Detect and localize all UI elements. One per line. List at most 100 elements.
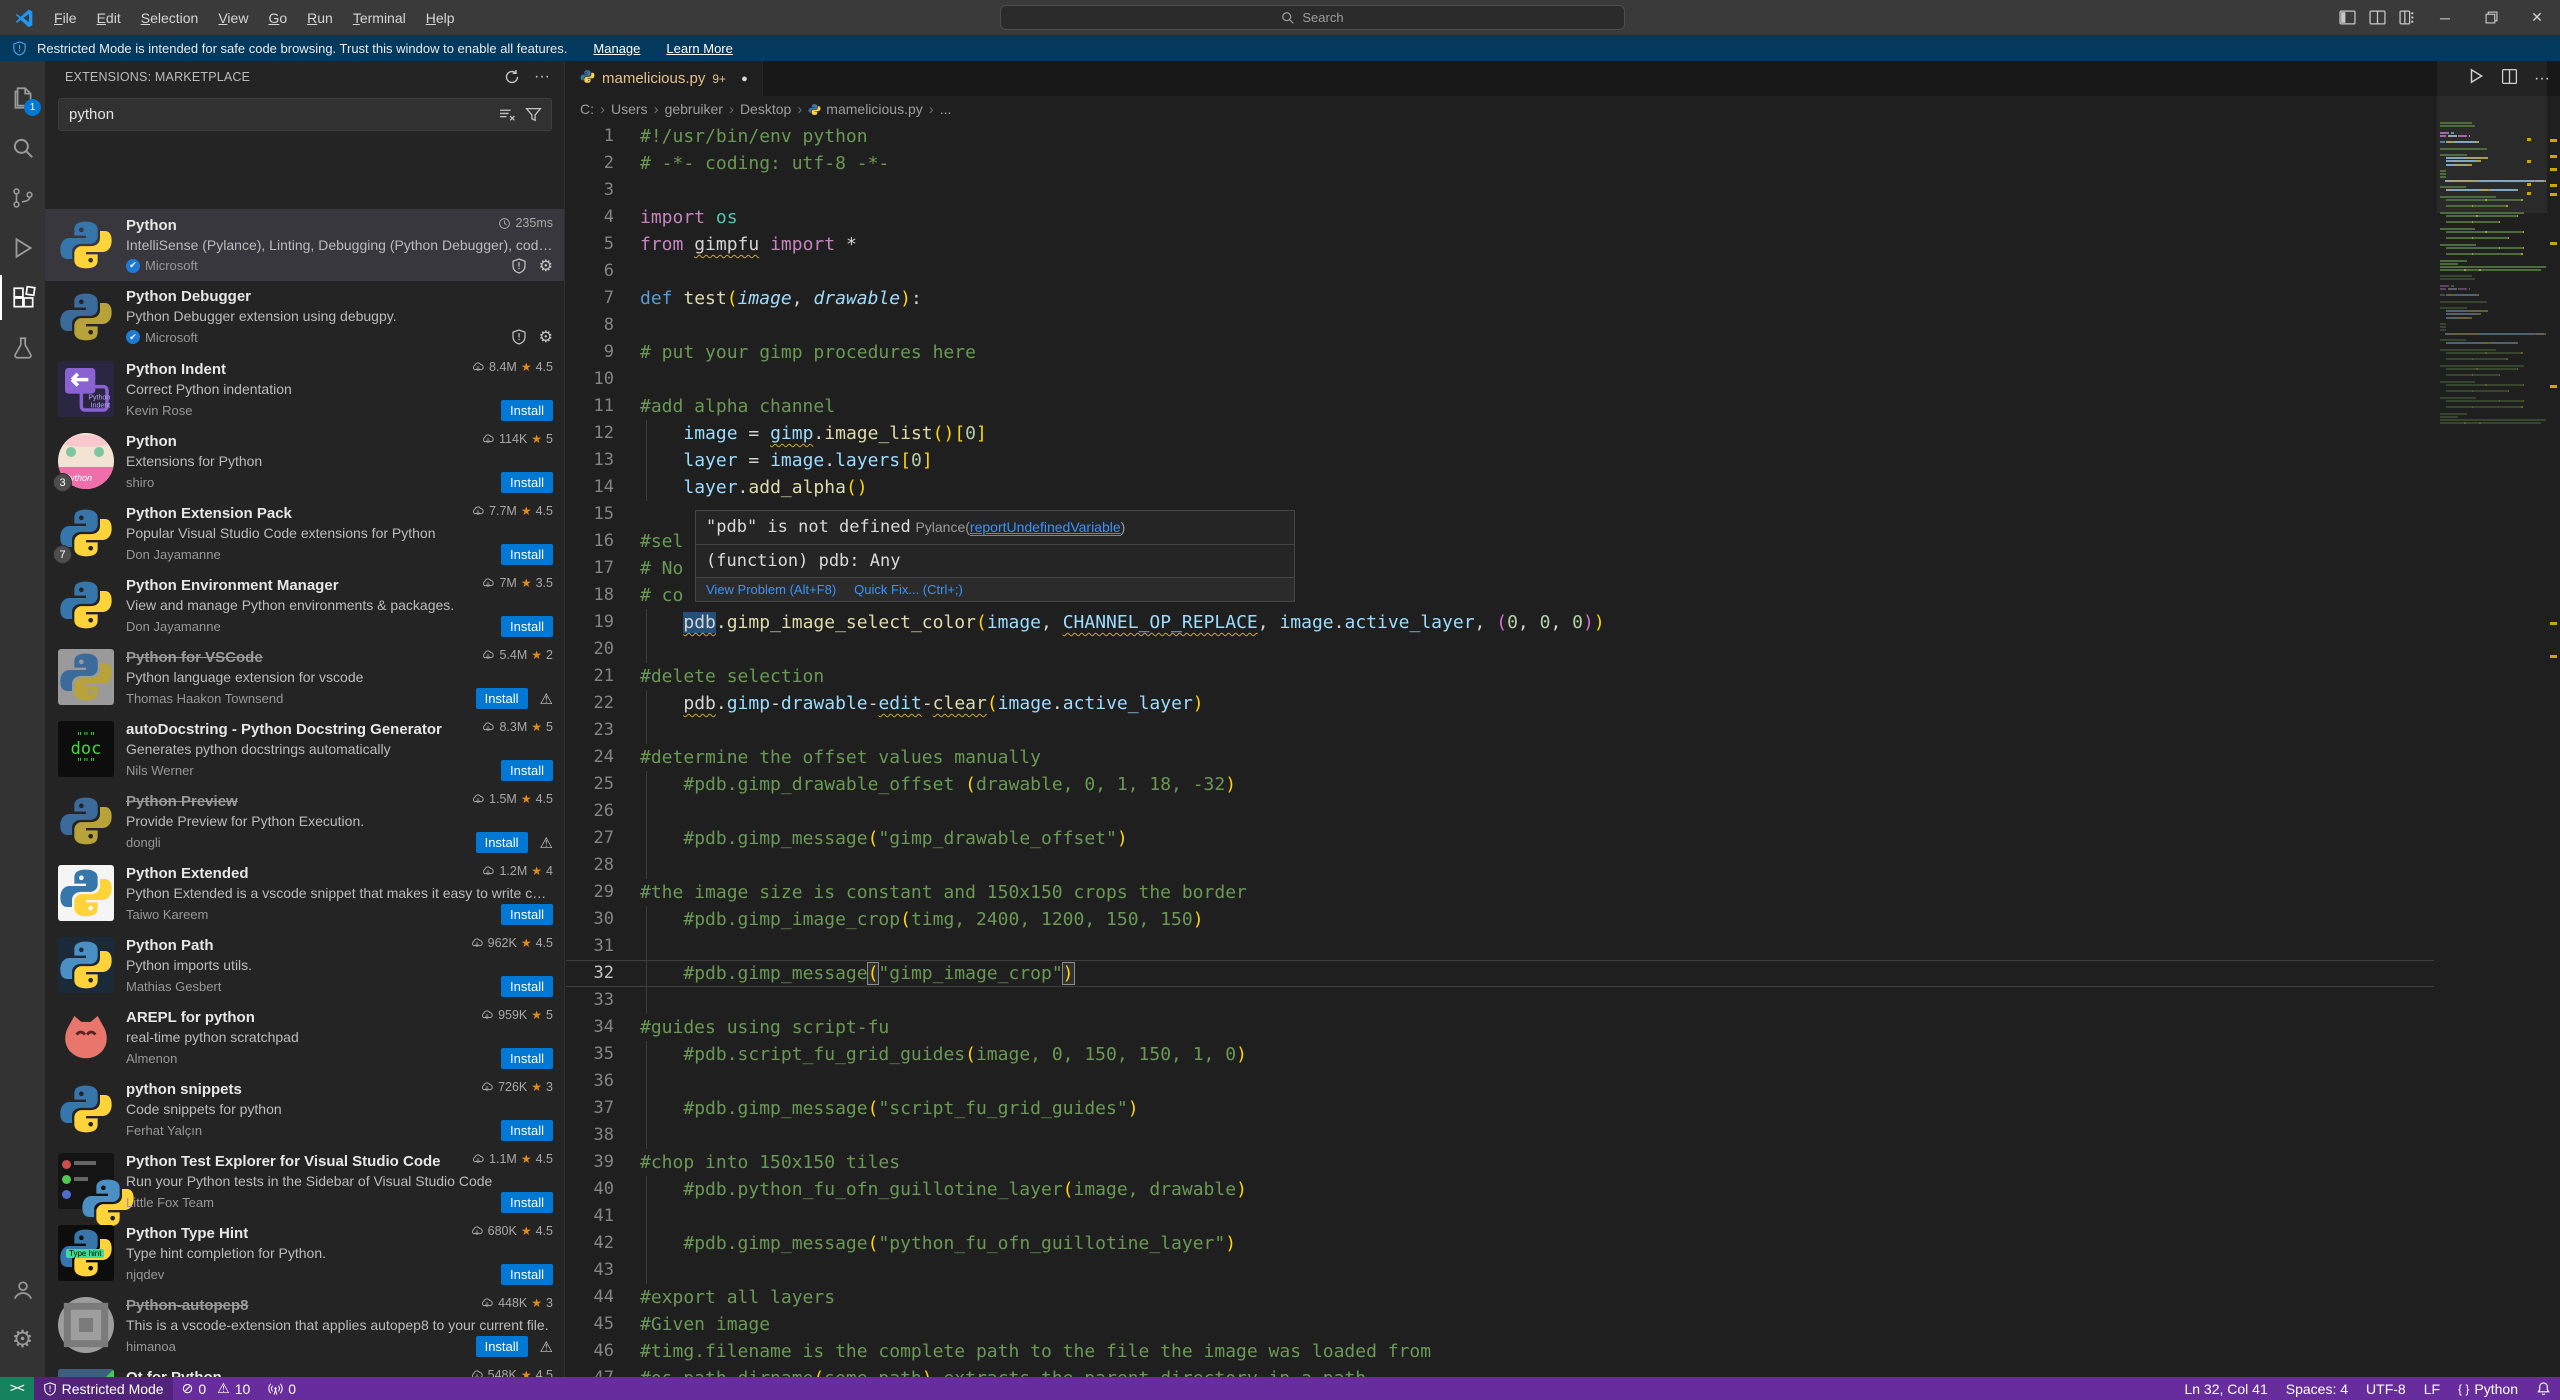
install-button[interactable]: Install	[476, 832, 528, 853]
restricted-shield-icon[interactable]	[511, 329, 527, 345]
code-line[interactable]: 43	[566, 1257, 2560, 1284]
code-line[interactable]: 29#the image size is constant and 150x15…	[566, 879, 2560, 906]
code-line[interactable]: 20	[566, 636, 2560, 663]
code-editor[interactable]: 1#!/usr/bin/env python2# -*- coding: utf…	[566, 61, 2560, 1377]
code-line[interactable]: 19 pdb.gimp_image_select_color(image, CH…	[566, 609, 2560, 636]
extension-row[interactable]: Python Path 962K ★ 4.5Python imports uti…	[45, 929, 565, 1001]
activity-extensions[interactable]	[0, 275, 45, 320]
code-line[interactable]: 4import os	[566, 204, 2560, 231]
code-line[interactable]: 7def test(image, drawable):	[566, 285, 2560, 312]
refresh-icon[interactable]	[504, 69, 520, 85]
menu-go[interactable]: Go	[258, 6, 297, 30]
toggle-panel-icon[interactable]	[2362, 0, 2392, 35]
install-button[interactable]: Install	[501, 616, 553, 637]
filter-icon[interactable]	[525, 106, 542, 123]
extension-row[interactable]: AREPL for python 959K ★ 5real-time pytho…	[45, 1001, 565, 1073]
menu-file[interactable]: File	[44, 6, 87, 30]
install-button[interactable]: Install	[501, 1264, 553, 1285]
install-button[interactable]: Install	[501, 1120, 553, 1141]
menu-run[interactable]: Run	[297, 6, 343, 30]
extension-row[interactable]: Python for VSCode 5.4M ★ 2Python languag…	[45, 641, 565, 713]
extension-row[interactable]: PythonIndentPython Indent 8.4M ★ 4.5Corr…	[45, 353, 565, 425]
install-button[interactable]: Install	[501, 1192, 553, 1213]
extension-row[interactable]: """doc"""autoDocstring - Python Docstrin…	[45, 713, 565, 785]
menu-help[interactable]: Help	[416, 6, 465, 30]
menu-view[interactable]: View	[208, 6, 258, 30]
code-line[interactable]: 44#export all layers	[566, 1284, 2560, 1311]
more-actions-icon[interactable]: ···	[534, 68, 550, 86]
install-button[interactable]: Install	[476, 1336, 528, 1357]
install-button[interactable]: Install	[501, 976, 553, 997]
install-button[interactable]: Install	[501, 904, 553, 925]
ports-status[interactable]: 0	[259, 1377, 305, 1400]
code-line[interactable]: 39#chop into 150x150 tiles	[566, 1149, 2560, 1176]
code-line[interactable]: 10	[566, 366, 2560, 393]
code-line[interactable]: 42 #pdb.gimp_message("python_fu_ofn_guil…	[566, 1230, 2560, 1257]
manage-gear-icon[interactable]: ⚙	[539, 256, 553, 276]
code-line[interactable]: 28	[566, 852, 2560, 879]
encoding[interactable]: UTF-8	[2357, 1377, 2415, 1400]
install-button[interactable]: Install	[476, 688, 528, 709]
extension-row[interactable]: python snippets 726K ★ 3Code snippets fo…	[45, 1073, 565, 1145]
code-line[interactable]: 9# put your gimp procedures here	[566, 339, 2560, 366]
code-line[interactable]: 40 #pdb.python_fu_ofn_guillotine_layer(i…	[566, 1176, 2560, 1203]
language-mode[interactable]: { }Python	[2449, 1377, 2527, 1400]
activity-run-debug[interactable]	[0, 225, 45, 270]
code-line[interactable]: 22 pdb.gimp-drawable-edit-clear(image.ac…	[566, 690, 2560, 717]
diagnostic-code-link[interactable]: reportUndefinedVariable	[970, 519, 1121, 536]
code-line[interactable]: 27 #pdb.gimp_message("gimp_drawable_offs…	[566, 825, 2560, 852]
activity-testing[interactable]	[0, 325, 45, 370]
install-button[interactable]: Install	[501, 400, 553, 421]
minimize-icon[interactable]: ─	[2422, 0, 2468, 35]
code-line[interactable]: 25 #pdb.gimp_drawable_offset (drawable, …	[566, 771, 2560, 798]
code-line[interactable]: 24#determine the offset values manually	[566, 744, 2560, 771]
code-line[interactable]: 46#timg.filename is the complete path to…	[566, 1338, 2560, 1365]
code-line[interactable]: 1#!/usr/bin/env python	[566, 123, 2560, 150]
activity-files[interactable]: 1	[0, 75, 45, 120]
code-line[interactable]: 41	[566, 1203, 2560, 1230]
cursor-position[interactable]: Ln 32, Col 41	[2175, 1377, 2276, 1400]
extension-row[interactable]: 7Python Extension Pack 7.7M ★ 4.5Popular…	[45, 497, 565, 569]
code-line[interactable]: 8	[566, 312, 2560, 339]
code-line[interactable]: 45#Given image	[566, 1311, 2560, 1338]
indentation[interactable]: Spaces: 4	[2277, 1377, 2357, 1400]
install-button[interactable]: Install	[501, 544, 553, 565]
minimap[interactable]	[2437, 61, 2547, 1377]
code-line[interactable]: 33	[566, 987, 2560, 1014]
code-line[interactable]: 31	[566, 933, 2560, 960]
manage-gear-icon[interactable]: ⚙	[539, 327, 553, 347]
extensions-search-input[interactable]	[59, 106, 499, 123]
activity-settings-gear[interactable]: ⚙	[0, 1317, 45, 1362]
learn-more-link[interactable]: Learn More	[666, 41, 732, 56]
toggle-sidebar-icon[interactable]	[2332, 0, 2362, 35]
code-line[interactable]: 21#delete selection	[566, 663, 2560, 690]
extension-row[interactable]: Python Extended 1.2M ★ 4Python Extended …	[45, 857, 565, 929]
code-line[interactable]: 38	[566, 1122, 2560, 1149]
code-line[interactable]: 14 layer.add_alpha()	[566, 474, 2560, 501]
extension-row[interactable]: QtQt for Python 548K ★ 4.5Visual Studio …	[45, 1361, 565, 1377]
code-line[interactable]: 13 layer = image.layers[0]	[566, 447, 2560, 474]
notifications-bell[interactable]	[2527, 1377, 2560, 1400]
restricted-mode-status[interactable]: Restricted Mode	[34, 1377, 173, 1400]
customize-layout-icon[interactable]	[2392, 0, 2422, 35]
menu-selection[interactable]: Selection	[131, 6, 209, 30]
quick-fix-link[interactable]: Quick Fix... (Ctrl+;)	[854, 582, 963, 597]
menu-terminal[interactable]: Terminal	[343, 6, 416, 30]
clear-search-icon[interactable]	[499, 106, 516, 123]
code-line[interactable]: 47#os.path.dirname(some_path) extracts t…	[566, 1365, 2560, 1377]
code-line[interactable]: 34#guides using script-fu	[566, 1014, 2560, 1041]
extension-row[interactable]: Python DebuggerPython Debugger extension…	[45, 281, 565, 353]
command-center-search[interactable]: Search	[1000, 5, 1625, 30]
extension-row[interactable]: Python 235msIntelliSense (Pylance), Lint…	[45, 209, 565, 281]
code-line[interactable]: 26	[566, 798, 2560, 825]
code-line[interactable]: 35 #pdb.script_fu_grid_guides(image, 0, …	[566, 1041, 2560, 1068]
menu-edit[interactable]: Edit	[87, 6, 131, 30]
extension-row[interactable]: Type hintPython Type Hint 680K ★ 4.5Type…	[45, 1217, 565, 1289]
eol-sequence[interactable]: LF	[2415, 1377, 2449, 1400]
install-button[interactable]: Install	[501, 472, 553, 493]
install-button[interactable]: Install	[501, 1048, 553, 1069]
extension-row[interactable]: Python Preview 1.5M ★ 4.5Provide Preview…	[45, 785, 565, 857]
code-line[interactable]: 36	[566, 1068, 2560, 1095]
code-line[interactable]: 12 image = gimp.image_list()[0]	[566, 420, 2560, 447]
install-button[interactable]: Install	[501, 760, 553, 781]
